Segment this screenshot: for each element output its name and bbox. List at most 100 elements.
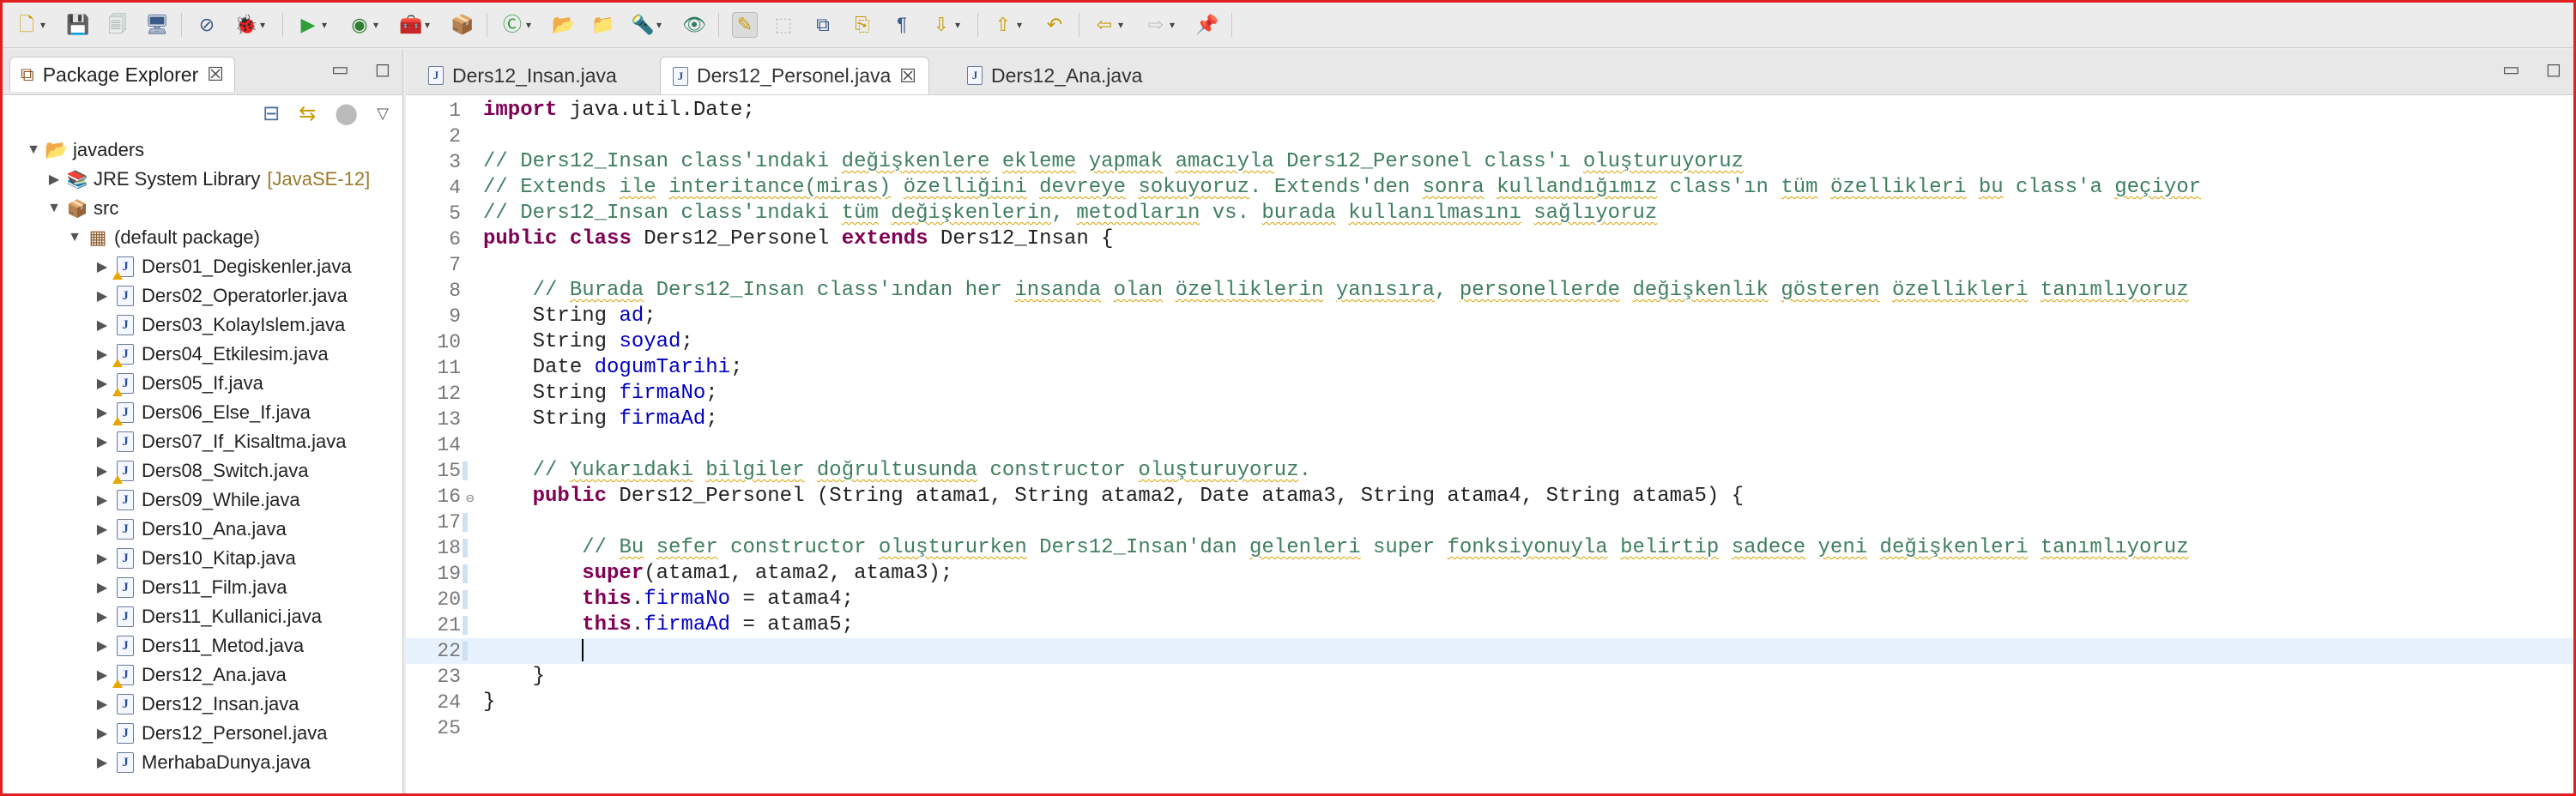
tree-item-file[interactable]: ▶ J Ders01_Degiskenler.java bbox=[3, 252, 402, 281]
editor-tab[interactable]: J Ders12_Ana.java bbox=[955, 57, 1154, 94]
collapsed-arrow-icon[interactable]: ▶ bbox=[45, 171, 63, 188]
code-line[interactable]: 2 bbox=[406, 124, 2573, 149]
collapsed-arrow-icon[interactable]: ▶ bbox=[94, 317, 111, 334]
prev-annotation-button[interactable]: ⇧ ▾ bbox=[991, 11, 1022, 39]
pin-editor-button[interactable]: 📌 bbox=[1195, 11, 1219, 39]
last-edit-button[interactable]: ↶ bbox=[1043, 11, 1067, 39]
editor-tab[interactable]: J Ders12_Personel.java ☒ bbox=[660, 57, 930, 94]
collapsed-arrow-icon[interactable]: ▶ bbox=[94, 346, 111, 363]
maximize-view-icon[interactable]: ◻ bbox=[375, 58, 390, 81]
code-line[interactable]: 5 // Ders12_Insan class'ındaki tüm değişk… bbox=[406, 201, 2573, 226]
dropdown-arrow-icon[interactable]: ▾ bbox=[1017, 19, 1022, 31]
whitespace-button[interactable]: ¶ bbox=[890, 11, 914, 39]
close-tab-icon[interactable]: ☒ bbox=[899, 65, 916, 87]
coverage-button[interactable]: ◉ ▾ bbox=[348, 11, 378, 39]
dropdown-arrow-icon[interactable]: ▾ bbox=[1170, 19, 1175, 31]
save-button[interactable]: 💾 bbox=[66, 11, 90, 39]
collapsed-arrow-icon[interactable]: ▶ bbox=[94, 258, 111, 275]
code-line[interactable]: 13 String firmaAd; bbox=[406, 407, 2573, 432]
code-line[interactable]: 14 bbox=[406, 432, 2573, 458]
package-explorer-tab[interactable]: ⧉ Package Explorer ☒ bbox=[9, 57, 235, 92]
code-line[interactable]: 7 bbox=[406, 252, 2573, 278]
save-all-button[interactable]: 🗐 bbox=[106, 11, 130, 39]
minimize-view-icon[interactable]: ▭ bbox=[331, 58, 349, 81]
open-type-button[interactable]: 📂 bbox=[552, 11, 576, 39]
forward-button[interactable]: ⇨ ▾ bbox=[1144, 11, 1175, 39]
tree-item-file[interactable]: ▶ J Ders03_KolayIslem.java bbox=[3, 311, 402, 340]
collapsed-arrow-icon[interactable]: ▶ bbox=[94, 608, 111, 625]
new-package-button[interactable]: 📦 bbox=[450, 11, 475, 39]
code-line[interactable]: 20 this.firmaNo = atama4; bbox=[406, 587, 2573, 612]
new-button[interactable]: 🗋 ▾ bbox=[15, 11, 45, 39]
tree-item-file[interactable]: ▶ J Ders12_Personel.java bbox=[3, 719, 402, 748]
collapsed-arrow-icon[interactable]: ▶ bbox=[94, 637, 111, 654]
code-editor[interactable]: 1 import java.util.Date; 2 3// Ders12_Insan… bbox=[406, 98, 2573, 793]
code-line[interactable]: 17 bbox=[406, 510, 2573, 535]
code-line[interactable]: 9 String ad; bbox=[406, 304, 2573, 329]
code-line[interactable]: 12 String firmaNo; bbox=[406, 381, 2573, 407]
tree-item-file[interactable]: ▶ J Ders10_Kitap.java bbox=[3, 544, 402, 573]
tree-item-file[interactable]: ▶ J Ders11_Film.java bbox=[3, 573, 402, 602]
minimize-editor-icon[interactable]: ▭ bbox=[2502, 58, 2520, 81]
tree-item-file[interactable]: ▶ J Ders11_Kullanici.java bbox=[3, 602, 402, 631]
dropdown-arrow-icon[interactable]: ▾ bbox=[656, 19, 662, 31]
collapsed-arrow-icon[interactable]: ▶ bbox=[94, 725, 111, 742]
collapsed-arrow-icon[interactable]: ▶ bbox=[94, 433, 111, 450]
collapsed-arrow-icon[interactable]: ▶ bbox=[94, 462, 111, 479]
view-menu-icon[interactable]: ▽ bbox=[377, 105, 389, 123]
expanded-arrow-icon[interactable]: ▼ bbox=[25, 142, 42, 158]
tree-item-src[interactable]: ▼ 📦 src bbox=[3, 194, 402, 223]
code-line[interactable]: 24} bbox=[406, 690, 2573, 715]
tree-item-file[interactable]: ▶ J Ders05_If.java bbox=[3, 369, 402, 398]
link-with-editor-icon[interactable]: ⇆ bbox=[299, 101, 316, 126]
dropdown-arrow-icon[interactable]: ▾ bbox=[373, 19, 378, 31]
tree-item-file[interactable]: ▶ J MerhabaDunya.java bbox=[3, 748, 402, 777]
run-button[interactable]: ▶ ▾ bbox=[296, 11, 328, 39]
code-line[interactable]: 6 public class Ders12_Personel extends De… bbox=[406, 226, 2573, 252]
dropdown-arrow-icon[interactable]: ▾ bbox=[40, 19, 45, 31]
toggle-mark-button[interactable]: 👁 bbox=[682, 11, 706, 39]
code-line[interactable]: 23 } bbox=[406, 664, 2573, 690]
code-line[interactable]: 22 bbox=[406, 638, 2573, 664]
new-class-button[interactable]: Ⓒ ▾ bbox=[500, 11, 531, 39]
collapsed-arrow-icon[interactable]: ▶ bbox=[94, 375, 111, 392]
collapse-all-icon[interactable]: ⊟ bbox=[263, 101, 280, 126]
dropdown-arrow-icon[interactable]: ▾ bbox=[526, 19, 531, 31]
code-line[interactable]: 4 // Extends ile interitance(miras) özell… bbox=[406, 175, 2573, 201]
code-line[interactable]: 15 // Yukarıdaki bilgiler doğrultusunda … bbox=[406, 458, 2573, 484]
tree-item-library[interactable]: ▶ 📚 JRE System Library [JavaSE-12] bbox=[3, 165, 402, 194]
tree-item-file[interactable]: ▶ J Ders04_Etkilesim.java bbox=[3, 340, 402, 369]
collapsed-arrow-icon[interactable]: ▶ bbox=[94, 404, 111, 421]
skip-breakpoints-button[interactable]: ⊘ bbox=[195, 11, 219, 39]
breadcrumb-button[interactable]: ⧉ bbox=[811, 11, 835, 39]
tree-item-file[interactable]: ▶ J Ders02_Operatorler.java bbox=[3, 281, 402, 311]
block-select-button[interactable]: ⬚ bbox=[771, 11, 795, 39]
fold-toggle-icon[interactable]: ⊖ bbox=[466, 486, 475, 512]
tree-item-file[interactable]: ▶ J Ders12_Ana.java bbox=[3, 660, 402, 690]
code-line[interactable]: 1 import java.util.Date; bbox=[406, 98, 2573, 124]
code-line[interactable]: 10 String soyad; bbox=[406, 329, 2573, 355]
collapsed-arrow-icon[interactable]: ▶ bbox=[94, 754, 111, 771]
open-task-button[interactable]: 📁 bbox=[591, 11, 615, 39]
close-view-icon[interactable]: ☒ bbox=[207, 63, 224, 86]
code-line[interactable]: 3 // Ders12_Insan class'ındaki değişkenle… bbox=[406, 149, 2573, 175]
code-line[interactable]: 11 Date dogumTarihi; bbox=[406, 355, 2573, 381]
tree-item-package[interactable]: ▼ ▦ (default package) bbox=[3, 223, 402, 252]
tree-item-file[interactable]: ▶ J Ders09_While.java bbox=[3, 485, 402, 515]
expanded-arrow-icon[interactable]: ▼ bbox=[45, 201, 63, 216]
expanded-arrow-icon[interactable]: ▼ bbox=[66, 230, 83, 245]
code-line[interactable]: 19 super(atama1, atama2, atama3); bbox=[406, 561, 2573, 587]
dropdown-arrow-icon[interactable]: ▾ bbox=[425, 19, 430, 31]
code-line[interactable]: 21 this.firmaAd = atama5; bbox=[406, 612, 2573, 638]
word-wrap-button[interactable]: ⎘ bbox=[850, 11, 874, 39]
dropdown-arrow-icon[interactable]: ▾ bbox=[1118, 19, 1123, 31]
collapsed-arrow-icon[interactable]: ▶ bbox=[94, 696, 111, 713]
tree-item-project[interactable]: ▼ 📂 javaders bbox=[3, 136, 402, 165]
external-tools-button[interactable]: 🧰 ▾ bbox=[399, 11, 430, 39]
terminal-button[interactable]: 🖥 bbox=[145, 11, 169, 39]
collapsed-arrow-icon[interactable]: ▶ bbox=[94, 287, 111, 305]
collapsed-arrow-icon[interactable]: ▶ bbox=[94, 579, 111, 596]
code-line[interactable]: 25 bbox=[406, 715, 2573, 741]
tree-item-file[interactable]: ▶ J Ders08_Switch.java bbox=[3, 456, 402, 485]
focus-on-active-task-icon[interactable]: ⬤ bbox=[335, 101, 358, 126]
